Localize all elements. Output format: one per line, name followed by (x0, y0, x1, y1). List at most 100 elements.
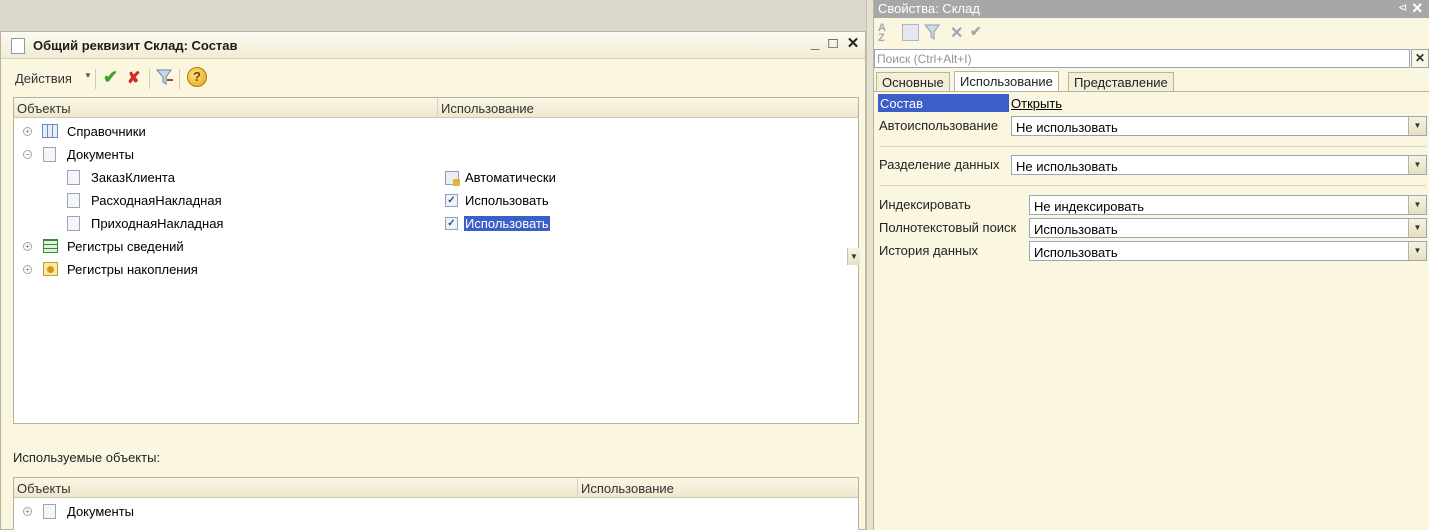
catalog-icon (42, 124, 58, 138)
composition-open-link[interactable]: Открыть (1011, 96, 1062, 111)
filter-icon[interactable] (155, 69, 174, 86)
tree-row-label: ПриходнаяНакладная (91, 216, 224, 231)
common-attribute-window: Общий реквизит Склад: Состав _ □ ✕ Дейст… (0, 31, 866, 530)
separator (880, 146, 1426, 147)
search-input[interactable] (874, 49, 1410, 68)
tree-row[interactable]: РасходнаяНакладная ✓ Использовать (14, 189, 858, 212)
tab-usage[interactable]: Использование (954, 71, 1059, 92)
window-titlebar: Общий реквизит Склад: Состав _ □ ✕ (1, 32, 865, 59)
column-header-usage[interactable]: Использование (581, 481, 674, 496)
minimize-button[interactable]: _ (807, 36, 823, 52)
tabs-divider (874, 91, 1429, 92)
fulltext-search-value: Использовать (1034, 222, 1118, 237)
column-header-objects[interactable]: Объекты (17, 481, 71, 496)
filter-icon[interactable] (923, 24, 942, 41)
uncheck-icon[interactable]: ✘ (127, 68, 140, 88)
collapse-icon[interactable]: − (23, 150, 32, 159)
data-separation-label: Разделение данных (879, 157, 1000, 172)
auto-use-select[interactable]: Не использовать ▼ (1011, 116, 1427, 136)
sort-alphabetical-icon[interactable]: AZ (878, 23, 886, 44)
data-history-label: История данных (879, 243, 979, 258)
used-objects-label: Используемые объекты: (13, 450, 161, 465)
table-header: Объекты Использование (14, 478, 858, 498)
column-header-objects[interactable]: Объекты (17, 101, 71, 116)
composition-label: Состав (878, 94, 1009, 112)
data-history-value: Использовать (1034, 245, 1118, 260)
tree-row-label: Документы (67, 147, 135, 162)
expand-icon[interactable]: + (23, 507, 32, 516)
tab-main[interactable]: Основные (876, 72, 950, 91)
auto-usage-icon (445, 171, 460, 186)
info-register-icon (43, 239, 58, 253)
separator (880, 185, 1426, 186)
fulltext-search-label: Полнотекстовый поиск (879, 220, 1017, 235)
chevron-down-icon[interactable]: ▼ (1408, 219, 1426, 237)
apply-icon[interactable]: ✔ (970, 23, 982, 40)
usage-value[interactable]: Автоматически (465, 170, 556, 185)
indexing-select[interactable]: Не индексировать ▼ (1029, 195, 1427, 215)
properties-title: Свойства: Склад (878, 1, 980, 16)
toolbar-separator (149, 69, 150, 89)
properties-panel: Свойства: Склад ⊲ × AZ ✕ ✔ ✕ Основные Ис… (873, 0, 1429, 530)
clear-icon[interactable]: ✕ (950, 23, 963, 43)
column-divider (577, 478, 578, 498)
usage-checkbox[interactable]: ✓ (445, 194, 458, 207)
auto-use-value: Не использовать (1016, 120, 1118, 135)
close-icon[interactable]: × (1412, 0, 1423, 19)
column-divider (437, 98, 438, 118)
column-header-usage[interactable]: Использование (441, 101, 534, 116)
chevron-down-icon[interactable]: ▼ (1408, 242, 1426, 260)
chevron-down-icon[interactable]: ▼ (1408, 156, 1426, 174)
data-history-select[interactable]: Использовать ▼ (1029, 241, 1427, 261)
used-objects-table[interactable]: Объекты Использование + Документы (13, 477, 859, 530)
categorized-view-icon[interactable] (902, 24, 919, 41)
tree-row[interactable]: ЗаказКлиента Автоматически (14, 166, 858, 189)
document-icon (67, 193, 80, 208)
window-toolbar: Действия ▼ ✔ ✘ ? (1, 62, 865, 92)
indexing-label: Индексировать (879, 197, 971, 212)
check-icon[interactable]: ✔ (103, 67, 118, 88)
tree-row[interactable]: + Справочники (14, 120, 858, 143)
help-icon[interactable]: ? (187, 67, 207, 87)
document-icon (43, 504, 56, 519)
document-icon (67, 170, 80, 185)
properties-titlebar: Свойства: Склад ⊲ × (874, 0, 1429, 18)
expand-icon[interactable]: + (23, 265, 32, 274)
document-icon (67, 216, 80, 231)
chevron-down-icon[interactable]: ▼ (84, 71, 92, 80)
tree-row[interactable]: + Документы (14, 500, 858, 523)
tree-row-label: Регистры накопления (67, 262, 198, 277)
fulltext-search-select[interactable]: Использовать ▼ (1029, 218, 1427, 238)
document-icon (11, 38, 25, 54)
tree-row-label: Справочники (67, 124, 146, 139)
actions-menu-button[interactable]: Действия (15, 71, 72, 86)
indexing-value: Не индексировать (1034, 199, 1144, 214)
maximize-button[interactable]: □ (825, 36, 841, 52)
tree-row-label: ЗаказКлиента (91, 170, 175, 185)
tree-row[interactable]: + Регистры накопления (14, 258, 858, 281)
tree-row-selected[interactable]: ПриходнаяНакладная ✓ Использовать (14, 212, 858, 235)
pin-icon[interactable]: ⊲ (1398, 1, 1407, 14)
close-button[interactable]: ✕ (845, 36, 861, 52)
objects-tree-table[interactable]: Объекты Использование + Справочники − До… (13, 97, 860, 424)
usage-value[interactable]: Использовать (465, 193, 549, 208)
chevron-down-icon[interactable]: ▼ (1408, 117, 1426, 135)
expand-icon[interactable]: + (23, 242, 32, 251)
chevron-down-icon[interactable]: ▼ (1408, 196, 1426, 214)
toolbar-separator (95, 69, 96, 89)
auto-use-label: Автоиспользование (879, 118, 999, 133)
tree-row-label: РасходнаяНакладная (91, 193, 222, 208)
data-separation-value: Не использовать (1016, 159, 1118, 174)
usage-value-editing[interactable]: Использовать (464, 216, 550, 231)
panel-splitter[interactable] (866, 0, 873, 530)
tree-row-label: Регистры сведений (67, 239, 184, 254)
tab-presentation[interactable]: Представление (1068, 72, 1174, 91)
accumulation-register-icon (43, 262, 58, 276)
search-clear-button[interactable]: ✕ (1411, 49, 1429, 68)
tree-row[interactable]: − Документы (14, 143, 858, 166)
expand-icon[interactable]: + (23, 127, 32, 136)
tree-row[interactable]: + Регистры сведений (14, 235, 858, 258)
tree-row-label: Документы (67, 504, 135, 519)
data-separation-select[interactable]: Не использовать ▼ (1011, 155, 1427, 175)
usage-checkbox[interactable]: ✓ (445, 217, 458, 230)
